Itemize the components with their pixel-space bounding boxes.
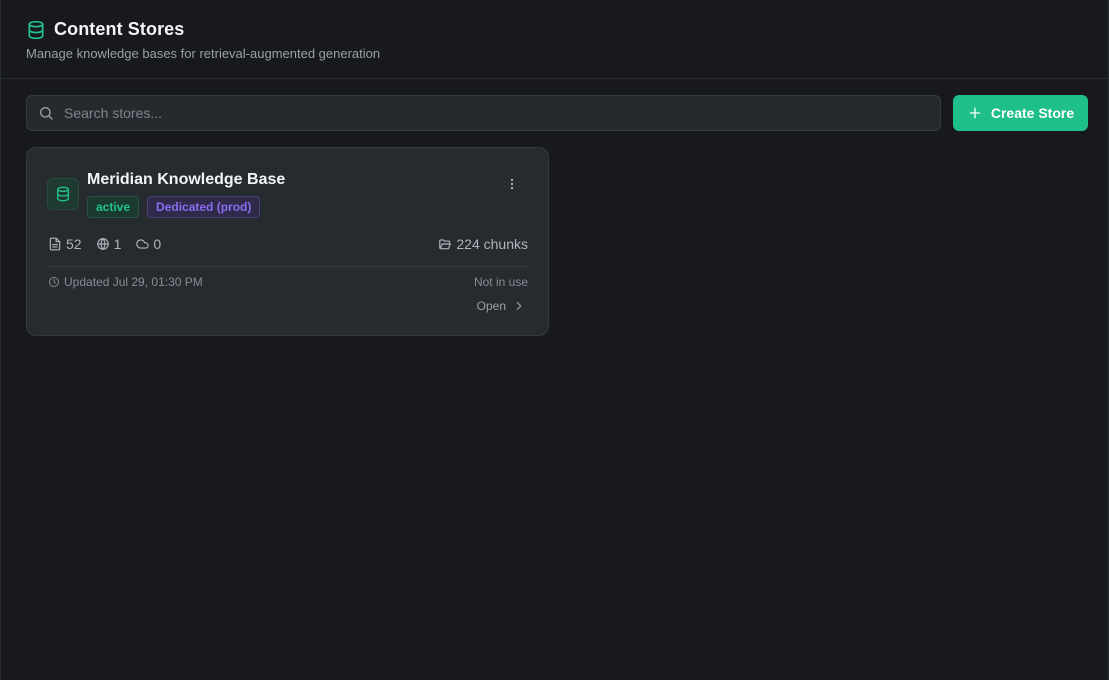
store-stats: 52 1 0 bbox=[48, 236, 175, 252]
stat-cloud: 0 bbox=[135, 236, 161, 252]
chunks-count: 224 chunks bbox=[438, 236, 528, 252]
stat-documents: 52 bbox=[48, 236, 82, 252]
store-card[interactable]: Meridian Knowledge Base active Dedicated… bbox=[26, 147, 549, 336]
more-vertical-icon bbox=[505, 177, 519, 191]
plus-icon bbox=[967, 105, 983, 121]
search-input[interactable] bbox=[64, 96, 940, 130]
web-count: 1 bbox=[113, 236, 122, 252]
updated-timestamp: Updated Jul 29, 01:30 PM bbox=[48, 275, 203, 289]
card-divider bbox=[47, 266, 528, 267]
globe-icon bbox=[96, 237, 110, 251]
title-row: Content Stores bbox=[26, 19, 184, 40]
store-avatar bbox=[47, 178, 79, 210]
store-name: Meridian Knowledge Base bbox=[87, 171, 286, 188]
search-bar[interactable] bbox=[26, 95, 941, 131]
chunks-label: 224 chunks bbox=[456, 236, 528, 252]
page-subtitle: Manage knowledge bases for retrieval-aug… bbox=[26, 46, 381, 61]
updated-label: Updated Jul 29, 01:30 PM bbox=[64, 275, 203, 289]
open-store-link[interactable]: Open bbox=[477, 299, 526, 313]
tier-badge: Dedicated (prod) bbox=[147, 196, 261, 218]
database-icon bbox=[55, 186, 71, 202]
status-badge: active bbox=[87, 196, 140, 218]
open-label: Open bbox=[476, 299, 506, 313]
app-frame: Content Stores Manage knowledge bases fo… bbox=[0, 0, 1109, 680]
chevron-right-icon bbox=[512, 299, 526, 313]
create-store-button[interactable]: Create Store bbox=[953, 95, 1088, 131]
store-badges: active Dedicated (prod) bbox=[87, 196, 268, 218]
cloud-icon bbox=[135, 237, 150, 251]
page-title: Content Stores bbox=[54, 19, 185, 39]
folder-open-icon bbox=[438, 237, 452, 251]
documents-count: 52 bbox=[66, 236, 82, 252]
stat-web: 1 bbox=[96, 236, 122, 252]
database-icon bbox=[26, 20, 46, 40]
page-header: Content Stores Manage knowledge bases fo… bbox=[1, 0, 1108, 79]
clock-icon bbox=[48, 276, 60, 288]
usage-status: Not in use bbox=[473, 275, 528, 289]
cloud-count: 0 bbox=[153, 236, 162, 252]
search-icon bbox=[38, 105, 54, 121]
more-options-button[interactable] bbox=[503, 175, 521, 193]
create-store-label: Create Store bbox=[990, 105, 1075, 121]
document-icon bbox=[48, 237, 62, 251]
